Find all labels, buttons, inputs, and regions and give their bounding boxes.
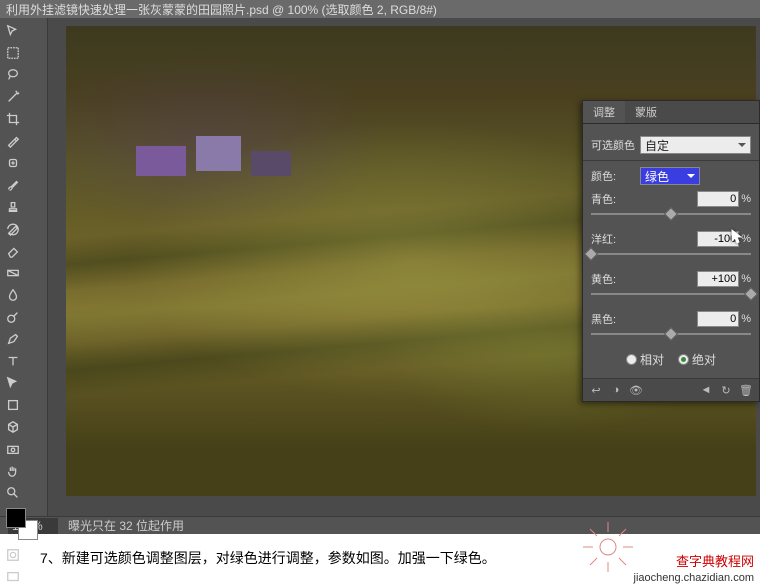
camera-tool[interactable] xyxy=(3,439,23,459)
pen-tool[interactable] xyxy=(3,329,23,349)
cyan-slider[interactable] xyxy=(591,209,751,221)
magenta-slider[interactable] xyxy=(591,249,751,261)
yellow-value[interactable] xyxy=(697,271,739,287)
app-window: 利用外挂滤镜快速处理一张灰蒙蒙的田园照片.psd @ 100% (选取颜色 2,… xyxy=(0,0,760,534)
trash-icon[interactable]: 🗑 xyxy=(739,383,753,397)
radio-absolute[interactable]: 绝对 xyxy=(678,351,716,368)
eraser-tool[interactable] xyxy=(3,241,23,261)
wand-tool[interactable] xyxy=(3,87,23,107)
screenmode-tool[interactable] xyxy=(3,567,23,587)
return-icon[interactable]: ↩ xyxy=(589,383,603,397)
crop-tool[interactable] xyxy=(3,109,23,129)
adj-icon[interactable]: ◑ xyxy=(609,383,623,397)
tab-adjust[interactable]: 调整 xyxy=(583,101,625,123)
3d-tool[interactable] xyxy=(3,417,23,437)
zoom-tool[interactable] xyxy=(3,483,23,503)
magenta-value[interactable] xyxy=(697,231,739,247)
quickmask-tool[interactable] xyxy=(3,545,23,565)
panel-tabs: 调整 蒙版 xyxy=(583,101,759,124)
path-tool[interactable] xyxy=(3,373,23,393)
slider-yellow: 黄色: % xyxy=(591,271,751,301)
color-swatch[interactable] xyxy=(6,508,38,540)
shape-tool[interactable] xyxy=(3,395,23,415)
panel-body: 可选颜色 自定 颜色: 绿色 青色: % 洋红: % xyxy=(583,124,759,378)
reset-icon[interactable]: ↻ xyxy=(719,383,733,397)
panel-footer: ↩ ◑ 👁 ◄ ↻ 🗑 xyxy=(583,378,759,401)
document-title: 利用外挂滤镜快速处理一张灰蒙蒙的田园照片.psd @ 100% (选取颜色 2,… xyxy=(6,1,754,18)
blur-tool[interactable] xyxy=(3,285,23,305)
lasso-tool[interactable] xyxy=(3,65,23,85)
move-tool[interactable] xyxy=(3,21,23,41)
selective-color-label: 可选颜色 xyxy=(591,137,636,153)
slider-cyan: 青色: % xyxy=(591,191,751,221)
view-icon[interactable]: 👁 xyxy=(629,383,643,397)
brush-tool[interactable] xyxy=(3,175,23,195)
adjustments-panel: 调整 蒙版 可选颜色 自定 颜色: 绿色 青色: % 洋 xyxy=(582,100,760,402)
slider-magenta: 洋红: % xyxy=(591,231,751,261)
stamp-tool[interactable] xyxy=(3,197,23,217)
prev-icon[interactable]: ◄ xyxy=(699,383,713,397)
titlebar: 利用外挂滤镜快速处理一张灰蒙蒙的田园照片.psd @ 100% (选取颜色 2,… xyxy=(0,0,760,18)
tools-palette xyxy=(0,18,48,516)
decorative-burst-icon xyxy=(578,517,638,577)
healing-tool[interactable] xyxy=(3,153,23,173)
black-value[interactable] xyxy=(697,311,739,327)
hand-tool[interactable] xyxy=(3,461,23,481)
radio-relative[interactable]: 相对 xyxy=(626,351,664,368)
marquee-tool[interactable] xyxy=(3,43,23,63)
cyan-value[interactable] xyxy=(697,191,739,207)
history-brush-tool[interactable] xyxy=(3,219,23,239)
type-tool[interactable] xyxy=(3,351,23,371)
eyedropper-tool[interactable] xyxy=(3,131,23,151)
gradient-tool[interactable] xyxy=(3,263,23,283)
color-select[interactable]: 绿色 xyxy=(640,167,700,185)
black-slider[interactable] xyxy=(591,329,751,341)
fg-color[interactable] xyxy=(6,508,26,528)
credit: 查字典教程网 jiaocheng.chazidian.com xyxy=(634,554,754,585)
dodge-tool[interactable] xyxy=(3,307,23,327)
color-label: 颜色: xyxy=(591,168,636,184)
status-info: 曝光只在 32 位起作用 xyxy=(68,517,184,534)
caption-text: 7、新建可选颜色调整图层，对绿色进行调整，参数如图。加强一下绿色。 xyxy=(40,548,496,568)
credit-cn: 查字典教程网 xyxy=(634,554,754,571)
method-radios: 相对 绝对 xyxy=(591,351,751,368)
preset-select[interactable]: 自定 xyxy=(640,136,751,154)
image-content xyxy=(106,126,306,206)
slider-black: 黑色: % xyxy=(591,311,751,341)
credit-url: jiaocheng.chazidian.com xyxy=(634,571,754,585)
yellow-slider[interactable] xyxy=(591,289,751,301)
statusbar: 100% 曝光只在 32 位起作用 xyxy=(0,516,760,534)
tab-mask[interactable]: 蒙版 xyxy=(625,101,667,123)
